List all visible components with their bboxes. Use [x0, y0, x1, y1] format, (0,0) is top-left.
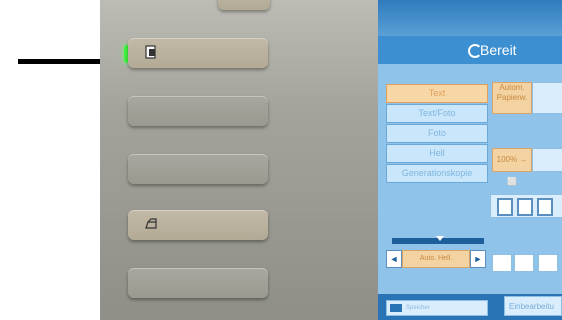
- printer-button[interactable]: [128, 210, 268, 240]
- duplex-icon[interactable]: [492, 254, 512, 272]
- copier-control-panel: [100, 0, 378, 320]
- mode-text-photo-button[interactable]: Text/Foto: [386, 104, 488, 123]
- mode-light-button[interactable]: Hell: [386, 144, 488, 163]
- copy-settings-area: Text Text/Foto Foto Hell Generationskopi…: [378, 64, 562, 320]
- staple-icon: [497, 198, 513, 216]
- zoom-100-button[interactable]: 100% → ⬜: [492, 148, 532, 186]
- touch-screen: Bereit Text Text/Foto Foto Hell Generati…: [378, 0, 562, 320]
- memory-label: Speicher: [406, 305, 430, 311]
- mode-generation-copy-button[interactable]: Generationskopie: [386, 164, 488, 183]
- function-button-5[interactable]: [128, 268, 268, 298]
- function-button-2[interactable]: [128, 96, 268, 126]
- memory-icon: [390, 304, 402, 312]
- density-increase-button[interactable]: ►: [470, 250, 486, 268]
- screen-header: [378, 0, 562, 38]
- document-server-button[interactable]: [128, 38, 268, 68]
- combine-icon[interactable]: [514, 254, 534, 272]
- function-button-3[interactable]: [128, 154, 268, 184]
- reduce-icon[interactable]: [538, 254, 558, 272]
- density-marker: [436, 236, 444, 241]
- top-panel-button[interactable]: [218, 0, 270, 10]
- mode-text-button[interactable]: Text: [386, 84, 488, 103]
- status-label: Bereit: [480, 42, 517, 58]
- density-decrease-button[interactable]: ◄: [386, 250, 402, 268]
- punch-icon: [537, 198, 553, 216]
- auto-density-button[interactable]: Auto. Hell.: [402, 250, 470, 268]
- density-scale: [392, 236, 484, 244]
- status-bar: Bereit: [378, 36, 562, 64]
- document-icon: [144, 45, 158, 59]
- mode-photo-button[interactable]: Foto: [386, 124, 488, 143]
- sort-icon: [517, 198, 533, 216]
- edit-button[interactable]: Einbearbeitu: [504, 296, 562, 316]
- printer-icon: [144, 217, 158, 231]
- pointer-arrow-shaft: [18, 59, 108, 64]
- zoom-option-button[interactable]: [532, 148, 562, 172]
- density-slider: ◄ Auto. Hell. ►: [386, 236, 486, 280]
- memory-indicator[interactable]: Speicher: [386, 300, 488, 316]
- finishing-options[interactable]: [490, 194, 562, 218]
- auto-paper-select-button[interactable]: Autom. Papierw.: [492, 82, 532, 114]
- paper-tray-button[interactable]: [532, 82, 562, 114]
